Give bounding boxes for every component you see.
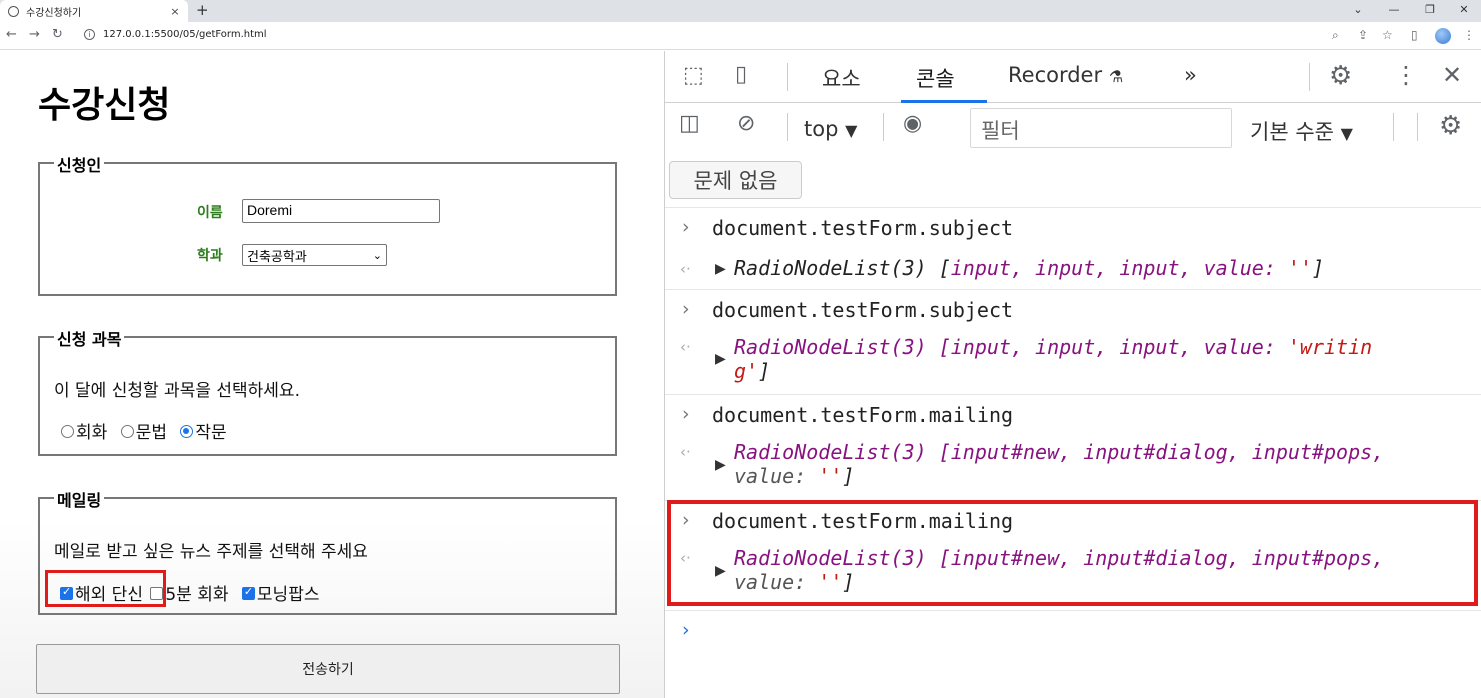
web-page: 수강신청 신청인 이름 Doremi 학과 건축공학과 ⌄ 신청 과목 이 달에… bbox=[0, 51, 664, 698]
console-settings-gear-icon[interactable]: ⚙ bbox=[1439, 111, 1462, 141]
subject-options: 회화 문법 작문 bbox=[61, 418, 235, 443]
tab-recorder[interactable]: Recorder ⚗ bbox=[1008, 63, 1123, 87]
expand-triangle-icon[interactable]: ▶ bbox=[715, 457, 726, 473]
log-level-selector[interactable]: 기본 수준 ▼ bbox=[1250, 116, 1353, 146]
return-arrow-icon: ‹· bbox=[680, 338, 691, 356]
dept-label: 학과 bbox=[197, 248, 223, 264]
inspect-element-icon[interactable]: ⬚ bbox=[683, 63, 704, 88]
tab-search-icon[interactable]: ⌄ bbox=[1340, 0, 1376, 22]
mailing-option-morning-pops[interactable]: 모닝팝스 bbox=[241, 585, 319, 605]
forward-icon[interactable]: → bbox=[29, 27, 40, 42]
console-result[interactable]: RadioNodeList(3) [input, input, input, v… bbox=[734, 256, 1324, 280]
zoom-icon[interactable]: ⌕ bbox=[1332, 28, 1339, 43]
radio-button[interactable] bbox=[61, 424, 74, 438]
more-tabs-button[interactable]: » bbox=[1184, 63, 1197, 87]
chevron-down-icon: ⌄ bbox=[372, 248, 382, 262]
window-close-button[interactable]: ✕ bbox=[1446, 0, 1481, 22]
input-prompt-icon: › bbox=[682, 216, 690, 238]
url-text: 127.0.0.1:5500/05/getForm.html bbox=[103, 29, 267, 40]
mailing-instruction: 메일로 받고 싶은 뉴스 주제를 선택해 주세요 bbox=[54, 542, 368, 562]
bookmark-star-icon[interactable]: ☆ bbox=[1382, 28, 1393, 42]
subject-fieldset: 신청 과목 이 달에 신청할 과목을 선택하세요. 회화 문법 작문 bbox=[38, 326, 617, 456]
subject-instruction: 이 달에 신청할 과목을 선택하세요. bbox=[54, 381, 300, 401]
page-title: 수강신청 bbox=[38, 85, 171, 126]
separator bbox=[1417, 113, 1418, 141]
devtools-panel: ⬚ ▯ 요소 콘솔 Recorder ⚗ » ⚙ ⋮ ✕ ◫ ⊘ top ▼ ◉… bbox=[664, 51, 1481, 698]
console-toolbar: ◫ ⊘ top ▼ ◉ 필터 기본 수준 ▼ ⚙ 문제 없음 bbox=[665, 103, 1481, 207]
console-entry: › document.testForm.subject ‹· ▶ RadioNo… bbox=[665, 207, 1481, 289]
subject-legend: 신청 과목 bbox=[54, 326, 125, 350]
name-label: 이름 bbox=[197, 205, 223, 221]
reload-icon[interactable]: ↻ bbox=[52, 27, 63, 42]
dropdown-arrow-icon: ▼ bbox=[845, 121, 858, 140]
dropdown-arrow-icon: ▼ bbox=[1340, 124, 1353, 143]
minimize-button[interactable]: — bbox=[1376, 0, 1412, 22]
dept-select-value: 건축공학과 bbox=[247, 249, 307, 265]
separator bbox=[883, 113, 884, 141]
tab-close-icon[interactable]: × bbox=[168, 5, 182, 18]
highlight-box bbox=[45, 570, 166, 607]
input-prompt-icon: › bbox=[682, 403, 690, 425]
tab-elements[interactable]: 요소 bbox=[822, 63, 861, 93]
expand-triangle-icon[interactable]: ▶ bbox=[715, 261, 726, 277]
console-entry: › document.testForm.mailing ‹· ▶ RadioNo… bbox=[665, 394, 1481, 500]
separator bbox=[1393, 113, 1394, 141]
site-info-icon[interactable]: i bbox=[84, 29, 95, 40]
name-input[interactable]: Doremi bbox=[242, 199, 440, 223]
device-toolbar-icon[interactable]: ▯ bbox=[735, 62, 747, 87]
subject-option-grammar[interactable]: 문법 bbox=[120, 423, 167, 443]
filter-input[interactable]: 필터 bbox=[970, 108, 1232, 148]
return-arrow-icon: ‹· bbox=[680, 443, 691, 461]
side-panel-icon[interactable]: ▯ bbox=[1411, 28, 1418, 42]
highlight-box bbox=[667, 500, 1478, 606]
context-selector[interactable]: top ▼ bbox=[804, 117, 857, 141]
devtools-tabbar: ⬚ ▯ 요소 콘솔 Recorder ⚗ » ⚙ ⋮ ✕ bbox=[665, 51, 1481, 103]
browser-toolbar: ← → ↻ i 127.0.0.1:5500/05/getForm.html ⌕… bbox=[0, 22, 1481, 50]
separator bbox=[787, 63, 788, 91]
tab-title: 수강신청하기 bbox=[26, 7, 82, 19]
more-options-icon[interactable]: ⋮ bbox=[1394, 61, 1418, 89]
settings-gear-icon[interactable]: ⚙ bbox=[1329, 61, 1352, 91]
separator bbox=[787, 113, 788, 141]
eye-icon[interactable]: ◉ bbox=[903, 111, 922, 136]
console-result[interactable]: RadioNodeList(3) [input#new, input#dialo… bbox=[734, 440, 1384, 488]
input-prompt-icon: › bbox=[682, 298, 690, 320]
maximize-button[interactable]: ❐ bbox=[1412, 0, 1448, 22]
globe-icon bbox=[8, 5, 19, 17]
browser-tab[interactable]: 수강신청하기 × bbox=[0, 0, 188, 22]
subject-option-writing[interactable]: 작문 bbox=[180, 423, 227, 443]
submit-button[interactable]: 전송하기 bbox=[36, 644, 620, 694]
tab-console[interactable]: 콘솔 bbox=[916, 63, 955, 93]
sidebar-toggle-icon[interactable]: ◫ bbox=[679, 111, 700, 136]
share-icon[interactable]: ⇪ bbox=[1358, 28, 1368, 42]
new-tab-button[interactable]: + bbox=[196, 1, 209, 19]
radio-button-selected[interactable] bbox=[180, 424, 194, 438]
address-bar[interactable]: i 127.0.0.1:5500/05/getForm.html bbox=[76, 25, 1406, 47]
console-command: document.testForm.subject bbox=[712, 216, 1014, 240]
dept-select[interactable]: 건축공학과 ⌄ bbox=[242, 244, 387, 266]
applicant-fieldset: 신청인 이름 Doremi 학과 건축공학과 ⌄ bbox=[38, 152, 617, 296]
return-arrow-icon: ‹· bbox=[680, 260, 691, 278]
clear-console-icon[interactable]: ⊘ bbox=[737, 111, 755, 136]
expand-triangle-icon[interactable]: ▶ bbox=[715, 351, 726, 367]
flask-icon: ⚗ bbox=[1108, 67, 1124, 86]
applicant-legend: 신청인 bbox=[54, 152, 105, 176]
console-prompt-icon: › bbox=[682, 619, 690, 641]
subject-option-conversation[interactable]: 회화 bbox=[61, 423, 107, 443]
issues-button[interactable]: 문제 없음 bbox=[669, 161, 802, 199]
checkbox-checked[interactable] bbox=[241, 585, 255, 600]
back-icon[interactable]: ← bbox=[6, 27, 17, 42]
close-devtools-icon[interactable]: ✕ bbox=[1442, 61, 1462, 89]
console-command: document.testForm.subject bbox=[712, 298, 1014, 322]
browser-menu-icon[interactable]: ⋮ bbox=[1463, 28, 1475, 42]
console-result[interactable]: RadioNodeList(3) [input, input, input, v… bbox=[734, 335, 1372, 383]
separator bbox=[1309, 63, 1310, 91]
console-entry: › document.testForm.subject ‹· ▶ RadioNo… bbox=[665, 289, 1481, 394]
tab-strip: 수강신청하기 × + ⌄ — ❐ ✕ bbox=[0, 0, 1481, 22]
mailing-legend: 메일링 bbox=[54, 487, 105, 511]
console-input-line[interactable]: › bbox=[665, 610, 1481, 650]
profile-avatar[interactable] bbox=[1435, 28, 1451, 44]
radio-button[interactable] bbox=[120, 424, 134, 438]
console-command: document.testForm.mailing bbox=[712, 403, 1014, 427]
